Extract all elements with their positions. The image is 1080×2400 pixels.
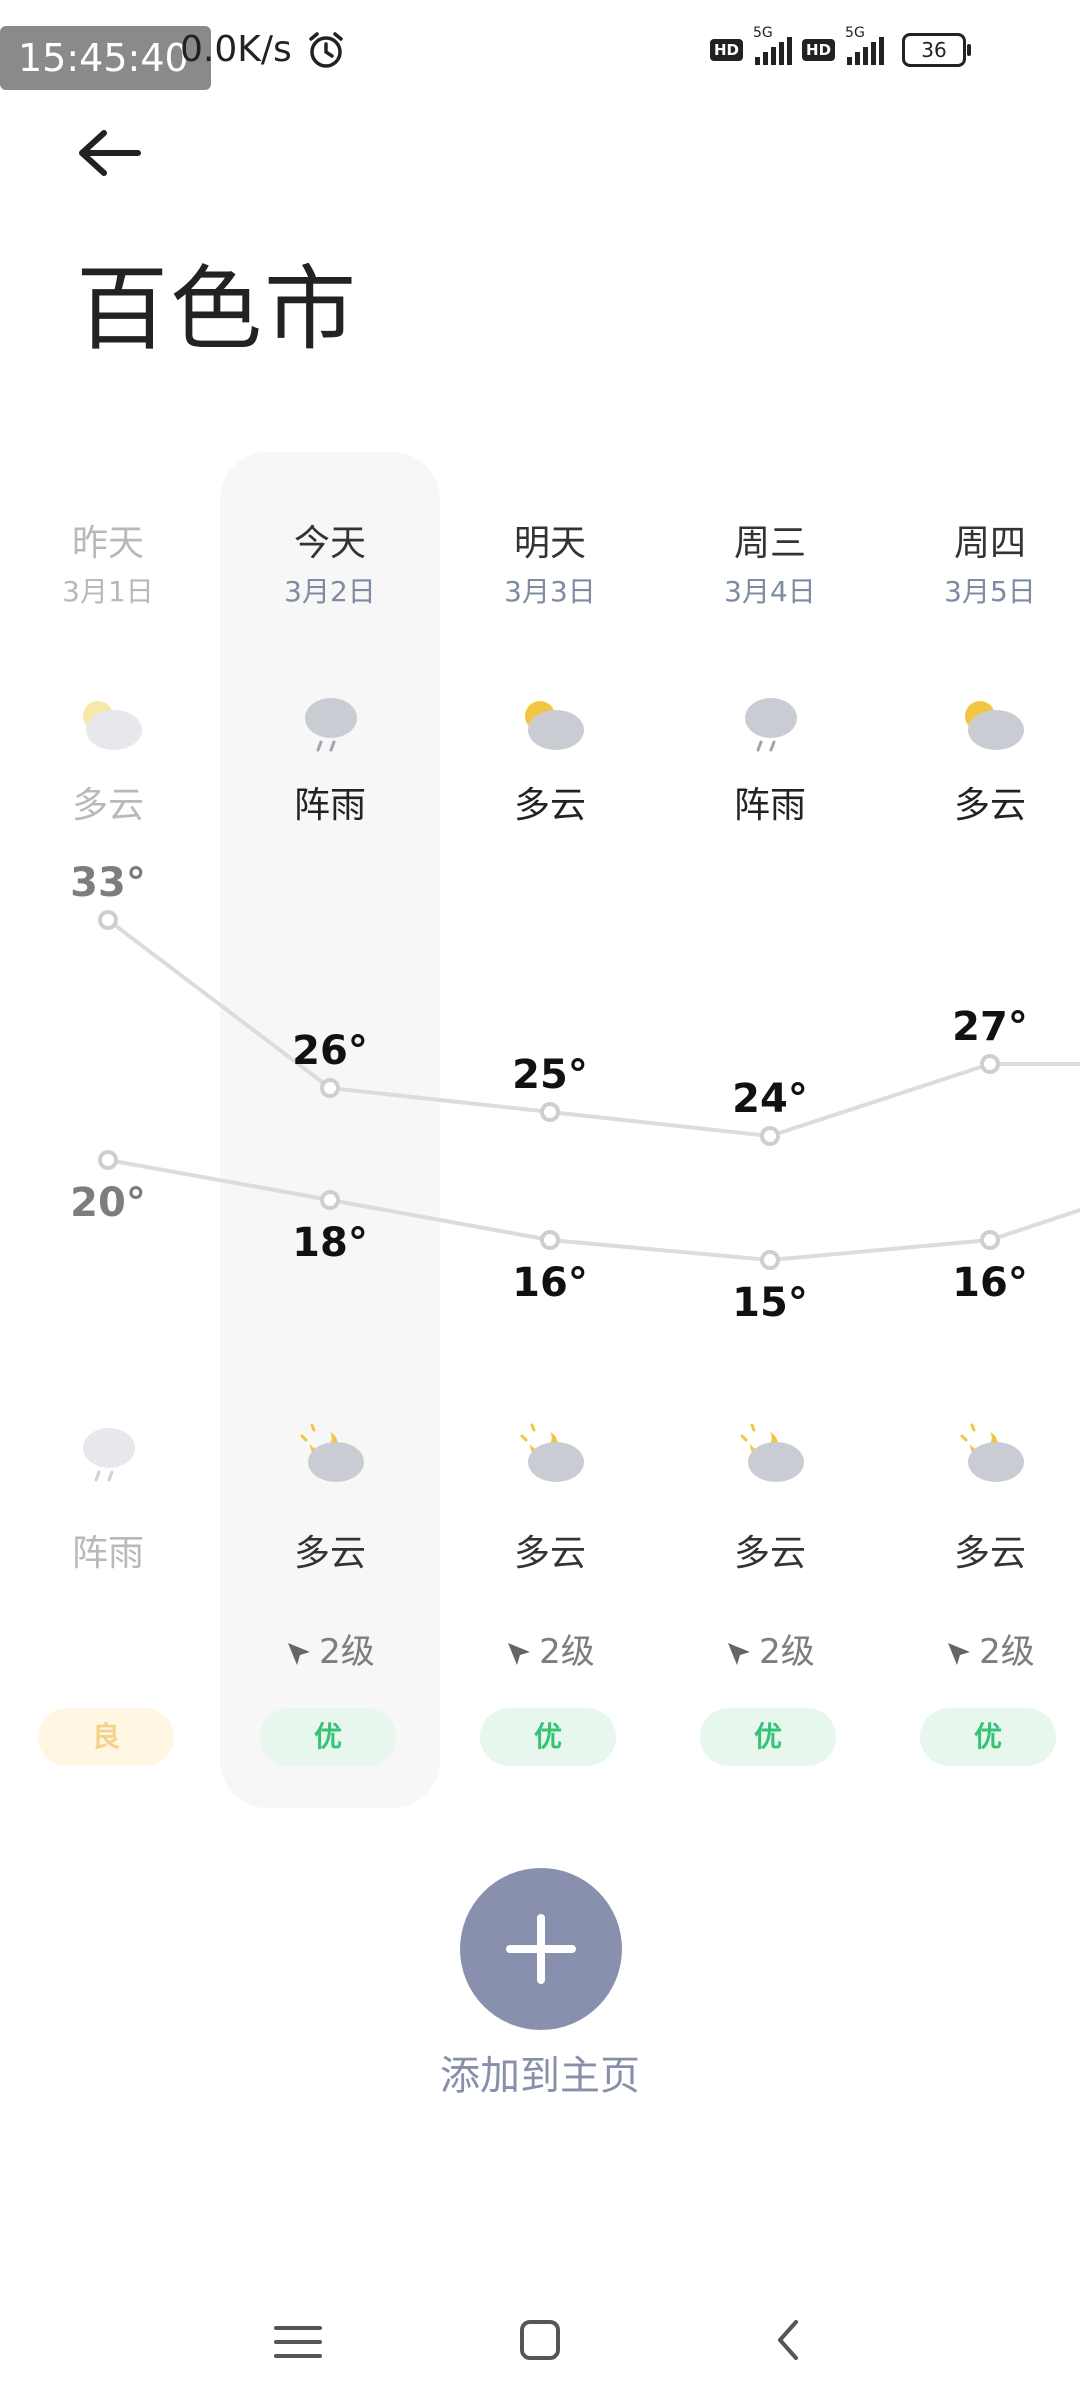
partly-cloudy-night-icon: [956, 1420, 1026, 1490]
high-temp-label: 26°: [292, 1028, 368, 1074]
aqi-badge: 优: [480, 1708, 616, 1766]
low-temp-label: 15°: [732, 1280, 808, 1326]
status-bar: 15:45:40 0.0K/s HD 5G HD 5G 36: [0, 0, 1080, 100]
night-condition: 多云: [953, 1533, 1026, 1574]
high-temp-label: 25°: [512, 1052, 588, 1098]
wind-direction-icon: [505, 1632, 539, 1672]
forecast-day-2: 明天 3月3日 多云 多云 2级 优: [440, 520, 660, 1766]
wind-level: 2级: [220, 1630, 440, 1674]
system-icons: HD 5G HD 5G 36: [710, 25, 972, 70]
home-square-icon[interactable]: [510, 2310, 570, 2370]
aqi-badge: 优: [700, 1708, 836, 1766]
hd-badge-2: HD: [802, 39, 836, 61]
day-condition: 多云: [513, 785, 586, 826]
partly-cloudy-night-icon: [736, 1420, 806, 1490]
wind-level: 2级: [440, 1630, 660, 1674]
day-label: 明天: [513, 523, 586, 564]
low-temp-label: 20°: [70, 1180, 146, 1226]
date-label: 3月2日: [284, 575, 376, 608]
signal-icon-2: 5G: [845, 25, 885, 65]
aqi-badge: 优: [920, 1708, 1056, 1766]
high-temp-point: [98, 910, 118, 930]
wind-direction-icon: [285, 1632, 319, 1672]
day-condition: 多云: [953, 785, 1026, 826]
low-temp-label: 16°: [952, 1260, 1028, 1306]
menu-icon[interactable]: [270, 2314, 326, 2370]
day-condition: 多云: [71, 785, 144, 826]
low-temp-label: 18°: [292, 1220, 368, 1266]
alarm-icon: [309, 32, 343, 68]
wind-label: 2级: [759, 1632, 815, 1672]
date-label: 3月4日: [724, 575, 816, 608]
plus-icon: [506, 1914, 576, 1984]
date-label: 3月1日: [62, 575, 154, 608]
hd-badge: HD: [710, 39, 744, 61]
aqi-badge: 优: [260, 1708, 396, 1766]
add-to-home-button[interactable]: [460, 1868, 622, 2030]
day-condition: 阵雨: [293, 785, 366, 826]
shower-icon: [736, 690, 806, 760]
night-condition: 多云: [733, 1533, 806, 1574]
wind-label: 2级: [539, 1632, 595, 1672]
forecast-day-3: 周三 3月4日 阵雨 多云 2级 优: [660, 520, 880, 1766]
back-button[interactable]: [70, 130, 160, 220]
wind-label: 2级: [979, 1632, 1035, 1672]
battery-icon: 36: [902, 33, 972, 67]
temperature-chart: 33° 20° 26° 18° 25° 16° 24° 15° 27° 16°: [70, 860, 1080, 1326]
city-title: 百色市: [76, 256, 359, 363]
arrow-left-icon: [79, 130, 141, 176]
wind-label: 2级: [319, 1632, 375, 1672]
partly-cloudy-icon: [516, 690, 586, 760]
partly-cloudy-icon: [74, 690, 144, 760]
wind-level: 2级: [880, 1630, 1080, 1674]
low-temp-point: [980, 1230, 1000, 1250]
day-label: 周四: [953, 523, 1026, 564]
high-temp-label: 24°: [732, 1076, 808, 1122]
low-temp-point: [540, 1230, 560, 1250]
wind-level: 2级: [660, 1630, 880, 1674]
partly-cloudy-night-icon: [516, 1420, 586, 1490]
aqi-badge: 良: [38, 1708, 174, 1766]
signal-icon: 5G: [753, 25, 793, 65]
high-temp-line: [106, 918, 1080, 1139]
date-label: 3月3日: [504, 575, 596, 608]
night-condition: 多云: [513, 1533, 586, 1574]
day-label: 今天: [293, 523, 366, 564]
night-condition: 多云: [293, 1533, 366, 1574]
night-condition: 阵雨: [71, 1533, 144, 1574]
day-label: 周三: [733, 523, 806, 564]
high-temp-label: 33°: [70, 860, 146, 906]
day-label: 昨天: [71, 523, 144, 564]
back-chevron-icon[interactable]: [760, 2310, 820, 2370]
wind-direction-icon: [945, 1632, 979, 1672]
net-speed: 0.0K/s: [180, 29, 292, 70]
low-temp-point: [320, 1190, 340, 1210]
day-condition: 阵雨: [733, 785, 806, 826]
add-to-home-label[interactable]: 添加到主页: [340, 2050, 740, 2102]
high-temp-label: 27°: [952, 1004, 1028, 1050]
partly-cloudy-night-icon: [296, 1420, 366, 1490]
low-temp-label: 16°: [512, 1260, 588, 1306]
partly-cloudy-icon: [956, 690, 1026, 760]
high-temp-point: [760, 1126, 780, 1146]
shower-icon: [296, 690, 366, 760]
low-temp-point: [98, 1150, 118, 1170]
wind-direction-icon: [725, 1632, 759, 1672]
forecast-day-0: 昨天 3月1日 多云 阵雨 良: [0, 520, 218, 1766]
high-temp-point: [980, 1054, 1000, 1074]
shower-icon: [74, 1420, 144, 1490]
low-temp-point: [760, 1250, 780, 1270]
date-label: 3月5日: [944, 575, 1036, 608]
forecast-day-1: 今天 3月2日 阵雨 多云 2级 优: [220, 520, 440, 1766]
low-temp-line: [107, 1158, 1080, 1263]
high-temp-point: [540, 1102, 560, 1122]
forecast-day-4: 周四 3月5日 多云 多云 2级 优: [880, 520, 1080, 1766]
high-temp-point: [320, 1078, 340, 1098]
